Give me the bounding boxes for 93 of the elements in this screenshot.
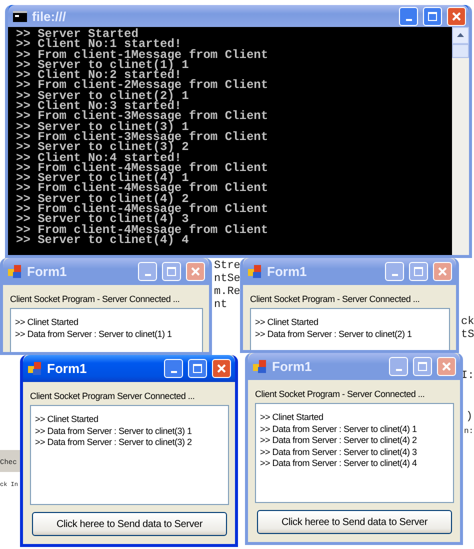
log-line: >> Data from Server : Server to clinet(4) 3 [260, 446, 417, 458]
log-line: >> Clinet Started [255, 317, 318, 329]
minimize-button[interactable] [399, 6, 418, 26]
code-fragment: ) [466, 411, 473, 424]
form-icon [253, 360, 267, 374]
console-line: >> Server Started [16, 29, 138, 40]
minimize-button[interactable] [138, 262, 157, 281]
maximize-icon [167, 267, 176, 276]
minimize-icon [392, 274, 398, 276]
console-line: >> From client-3Message from Client [16, 111, 270, 122]
window-title: Form1 [267, 264, 308, 279]
status-label: Client Socket Program Server Connected ... [30, 390, 195, 402]
status-label: Client Socket Program - Server Connected ... [250, 293, 420, 305]
console-line: >> Server to clinet(4) 2 [16, 194, 190, 204]
close-button[interactable] [437, 357, 456, 376]
close-button[interactable] [186, 262, 205, 281]
code-fragment: n: [464, 426, 474, 438]
log-line: >> Clinet Started [35, 414, 98, 426]
log-line: >> Data from Server : Server to clinet(4) 4 [260, 458, 417, 470]
code-fragment: tS [461, 329, 474, 342]
console-line: >> Server to clinet(4) 4 [16, 234, 190, 246]
window-title: Form1 [27, 264, 68, 279]
log-line: >> Data from Server : Server to clinet(3) 2 [35, 437, 192, 449]
console-line: >> Client No:2 started! [16, 70, 183, 80]
window-title: Form1 [272, 359, 313, 374]
code-fragment: ck [461, 316, 474, 329]
message-box[interactable]: >> Clinet Started >> Data from Server : Server to clinet(3) 1 >> Data from Server : Server to clinet(3) 2 [30, 405, 229, 505]
message-box[interactable]: >> Clinet Started >> Data from Server : Server to clinet(1) 1 [10, 308, 203, 352]
maximize-button[interactable] [188, 359, 207, 378]
scrollbar[interactable] [452, 27, 469, 255]
minimize-button[interactable] [385, 262, 404, 281]
message-box[interactable]: >> Clinet Started >> Data from Server : Server to clinet(4) 1 >> Data from Server : Server to clinet(4) 2 >> Data from Server : Server to clinet(4) 3 >> Data from Server : Server to clinet(4) 4 [255, 403, 454, 503]
log-line: >> Data from Server : Server to clinet(1) 1 [15, 328, 172, 340]
log-line: >> Data from Server : Server to clinet(4) 2 [260, 435, 417, 447]
send-button[interactable]: Click heree to Send data to Server [32, 512, 227, 536]
console-icon [13, 10, 27, 22]
form-icon [28, 362, 42, 376]
maximize-icon [428, 12, 437, 20]
log-line: >> Clinet Started [260, 412, 324, 424]
log-line: >> Data from Server : Server to clinet(3) 1 [35, 426, 192, 438]
maximize-button[interactable] [162, 262, 181, 281]
maximize-button[interactable] [413, 357, 432, 376]
minimize-icon [396, 369, 402, 371]
maximize-button[interactable] [423, 6, 442, 26]
console-line: >> From client-4Message from Client [16, 183, 270, 194]
maximize-icon [193, 364, 202, 373]
maximize-icon [414, 267, 423, 276]
close-button[interactable] [433, 262, 452, 281]
form-icon [248, 264, 262, 278]
console-line: >> Client No:4 started! [16, 152, 183, 163]
status-label: Client Socket Program - Server Connected ... [255, 388, 425, 400]
close-icon [438, 267, 447, 276]
close-icon [442, 362, 451, 371]
log-line: >> Clinet Started [15, 317, 78, 329]
console-line: >> From client-4Message from Client [16, 224, 270, 235]
code-fragment: ntSe [214, 273, 240, 286]
console-line: >> From client-2Message from Client [16, 80, 270, 91]
close-icon [191, 267, 200, 276]
console-line: >> Server to clinet(4) 3 [16, 214, 190, 225]
minimize-button[interactable] [389, 357, 408, 376]
console-line: >> Client No:3 started! [16, 101, 183, 112]
status-label: Client Socket Program - Server Connected ... [10, 293, 180, 305]
window-title: file:/// [32, 8, 67, 24]
scroll-thumb[interactable] [452, 44, 469, 58]
console-line: >> Server to clinet(3) 2 [16, 142, 190, 153]
minimize-icon [170, 371, 176, 373]
close-icon [452, 12, 461, 20]
close-icon [217, 364, 226, 373]
minimize-icon [406, 18, 412, 20]
close-button[interactable] [212, 359, 231, 378]
minimize-icon [144, 274, 150, 276]
maximize-button[interactable] [409, 262, 428, 281]
close-button[interactable] [447, 6, 466, 26]
code-fragment: Stre [214, 260, 240, 273]
console-line: >> From client-1Message from Client [16, 50, 270, 60]
window-title: Form1 [47, 361, 88, 376]
console-line: >> From client-4Message from Client [16, 162, 270, 174]
console-line: >> Server to clinet(3) 1 [16, 122, 190, 132]
code-fragment: nt [214, 299, 228, 312]
console-line: >> Server to clinet(4) 1 [16, 173, 190, 184]
message-box[interactable]: >> Clinet Started >> Data from Server : Server to clinet(2) 1 [250, 308, 450, 350]
console-line: >> From client-3Message from Client [16, 132, 270, 142]
minimize-button[interactable] [164, 359, 183, 378]
send-button[interactable]: Click heree to Send data to Server [257, 510, 452, 534]
console-line: >> Server to clinet(2) 1 [16, 90, 190, 102]
console-line: >> Server to clinet(1) 1 [16, 60, 190, 70]
maximize-icon [418, 362, 427, 371]
log-line: >> Data from Server : Server to clinet(4) 1 [260, 424, 417, 436]
console-line: >> From client-4Message from Client [16, 204, 270, 214]
console-line: >> Client No:1 started! [16, 39, 183, 50]
form-icon [8, 264, 22, 278]
log-line: >> Data from Server : Server to clinet(2) 1 [255, 328, 412, 340]
code-fragment: m.Re [214, 286, 240, 299]
